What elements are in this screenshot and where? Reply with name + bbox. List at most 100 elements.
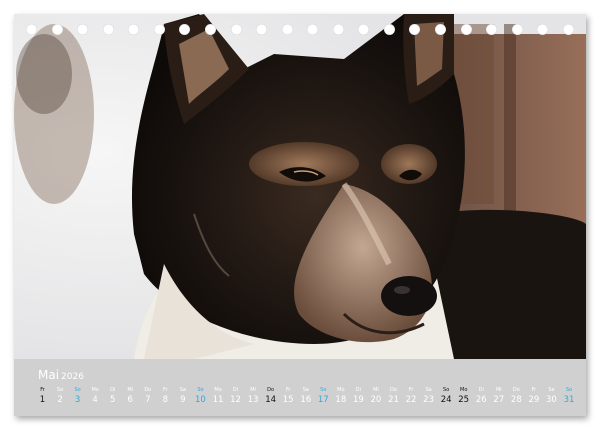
day-of-week-label: So <box>74 387 81 393</box>
dog-photo <box>14 14 586 359</box>
ring-hole <box>409 24 421 35</box>
year-label: 2026 <box>61 372 84 382</box>
month-name: Mai <box>38 368 60 382</box>
day-cell: So 31 <box>561 387 578 406</box>
day-number: 10 <box>195 395 206 405</box>
day-cell: Sa 9 <box>174 387 191 406</box>
day-number: 22 <box>405 395 417 405</box>
ring-hole <box>77 24 89 35</box>
day-cell: Sa 23 <box>420 387 437 406</box>
day-number: 23 <box>423 395 434 405</box>
day-cell: Mi 27 <box>490 387 507 406</box>
ring-hole <box>51 24 63 35</box>
day-of-week-label: Mi <box>495 387 502 393</box>
day-number: 20 <box>370 395 382 405</box>
day-number: 11 <box>212 395 224 405</box>
day-number: 21 <box>388 395 399 405</box>
day-number: 26 <box>475 395 487 405</box>
day-number: 2 <box>57 395 63 405</box>
day-number: 31 <box>563 395 575 405</box>
day-cell: Di 5 <box>104 387 121 406</box>
day-cell: Sa 16 <box>297 387 314 406</box>
day-of-week-label: So <box>565 387 573 393</box>
husky-dog-illustration <box>14 14 586 359</box>
day-number: 16 <box>300 395 312 405</box>
ring-hole <box>307 24 319 35</box>
day-cell: Di 19 <box>350 387 367 406</box>
ring-hole <box>102 24 114 35</box>
day-number: 13 <box>247 395 259 405</box>
day-of-week-label: Sa <box>179 387 187 393</box>
ring-hole <box>26 24 37 35</box>
day-of-week-label: Sa <box>425 387 432 393</box>
day-of-week-label: Di <box>110 387 116 393</box>
day-number: 24 <box>440 395 452 405</box>
day-cell: Di 12 <box>227 387 244 406</box>
day-of-week-label: Do <box>390 387 397 393</box>
day-number: 28 <box>510 395 522 405</box>
day-of-week-label: Mo <box>91 387 99 393</box>
day-of-week-label: So <box>320 387 327 393</box>
day-number: 19 <box>352 395 364 405</box>
month-title: Mai 2026 <box>38 368 84 382</box>
day-cell: Do 14 <box>262 387 279 406</box>
day-cell: Mi 6 <box>122 387 139 406</box>
day-cell: Di 26 <box>473 387 490 406</box>
day-cell: Fr 8 <box>157 387 174 406</box>
ring-hole <box>204 24 216 35</box>
day-number: 30 <box>546 395 557 405</box>
day-of-week-label: Do <box>144 387 152 393</box>
day-cell: Mi 20 <box>367 387 384 406</box>
calendar-page: Mai 2026 Fr 1 Sa 2 So 3 Mo 4 Di 5 Mi 6 Do 7 Fr 8 Sa 9 So 10 M… <box>14 14 586 416</box>
day-cell: Do 21 <box>385 387 402 406</box>
day-cell: Fr 29 <box>525 387 542 406</box>
day-number: 8 <box>162 395 169 405</box>
day-cell: Do 28 <box>508 387 525 406</box>
day-of-week-label: Mi <box>250 387 256 393</box>
ring-hole <box>153 24 165 35</box>
day-cell: Mo 25 <box>455 387 472 406</box>
calendar-footer: Mai 2026 Fr 1 Sa 2 So 3 Mo 4 Di 5 Mi 6 Do 7 Fr 8 Sa 9 So 10 M… <box>14 359 586 416</box>
day-of-week-label: Mo <box>214 387 222 393</box>
day-number: 15 <box>282 395 294 405</box>
day-cell: Fr 22 <box>403 387 420 406</box>
ring-hole <box>230 24 242 35</box>
ring-hole <box>460 24 472 35</box>
ring-hole <box>179 24 191 35</box>
ring-hole <box>358 24 370 35</box>
day-cell: Fr 15 <box>280 387 297 406</box>
ring-hole <box>128 24 140 35</box>
day-of-week-label: Fr <box>408 387 414 393</box>
day-of-week-label: Fr <box>285 387 291 393</box>
day-cell: Fr 1 <box>34 387 51 406</box>
day-of-week-label: Do <box>267 387 275 393</box>
ring-hole <box>486 24 498 35</box>
day-cell: Sa 2 <box>52 387 69 406</box>
ring-hole <box>562 24 574 35</box>
ring-hole <box>332 24 344 35</box>
day-cell: So 24 <box>438 387 455 406</box>
day-number: 7 <box>145 395 151 405</box>
day-of-week-label: So <box>197 387 204 393</box>
day-number: 9 <box>180 395 186 405</box>
day-number: 5 <box>109 395 116 405</box>
day-of-week-label: Mo <box>460 387 468 393</box>
day-cell: Mi 13 <box>245 387 262 406</box>
ring-hole <box>511 24 523 35</box>
day-cell: Mo 18 <box>332 387 349 406</box>
day-cell: So 10 <box>192 387 209 406</box>
day-of-week-label: Do <box>512 387 520 393</box>
day-of-week-label: Di <box>355 387 362 393</box>
day-of-week-label: Mi <box>127 387 134 393</box>
day-number: 25 <box>458 395 470 405</box>
day-of-week-label: Sa <box>56 387 64 393</box>
day-cell: So 3 <box>69 387 86 406</box>
day-of-week-label: Mi <box>373 387 379 393</box>
day-of-week-label: Fr <box>531 387 537 393</box>
day-number: 14 <box>265 395 277 405</box>
day-number: 29 <box>528 395 540 405</box>
day-number: 12 <box>230 395 241 405</box>
day-cell: Mo 11 <box>210 387 227 406</box>
ring-hole <box>256 24 268 35</box>
day-of-week-label: Fr <box>163 387 168 393</box>
